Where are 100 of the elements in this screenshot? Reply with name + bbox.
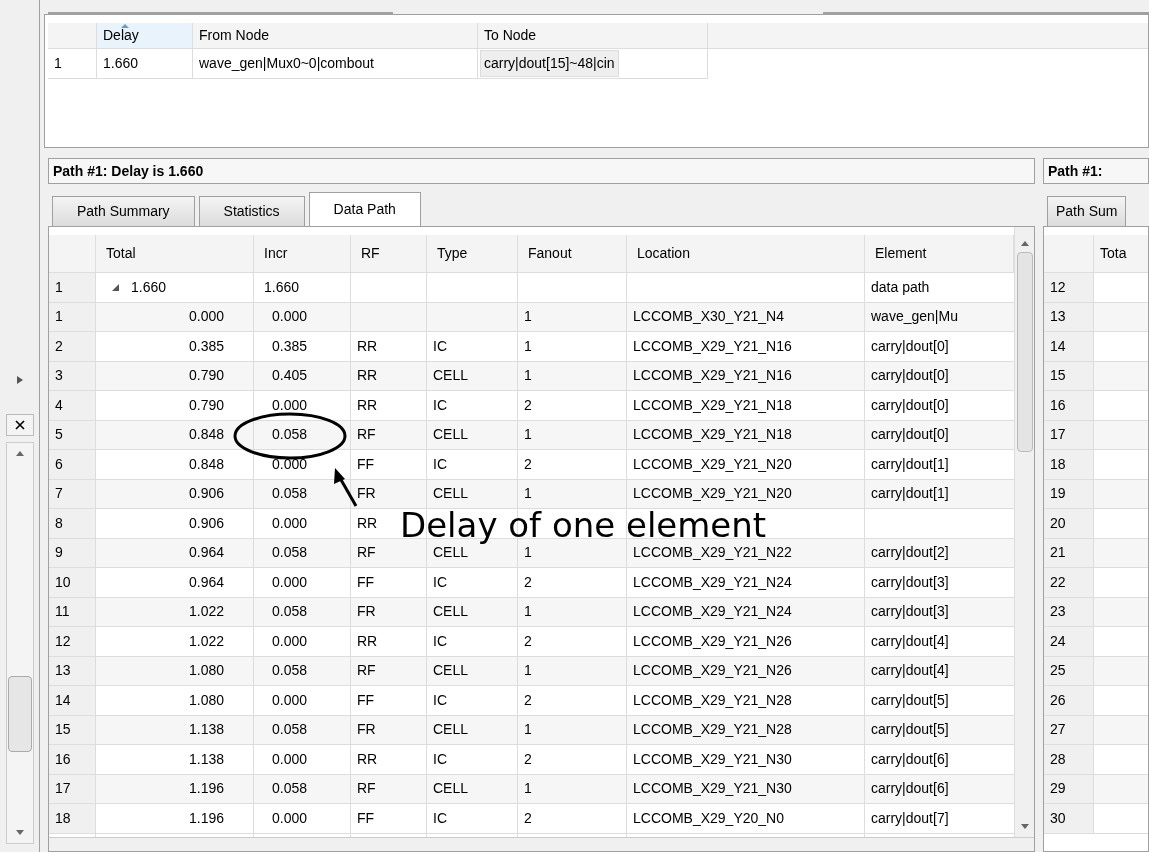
table-row[interactable]: 25 xyxy=(1044,656,1148,686)
column-header[interactable]: Delay xyxy=(97,23,193,49)
expand-arrow-icon[interactable] xyxy=(16,376,23,384)
table-cell: 1.660 xyxy=(97,49,193,79)
table-row[interactable]: 17 xyxy=(1044,420,1148,450)
column-header[interactable]: Location xyxy=(627,235,865,273)
table-row[interactable]: 14 1.080 0.000 FF IC 2 LCCOMB_X29_Y21_N28 carry|dout[5] xyxy=(49,686,1014,716)
table-row[interactable]: 1 1.660 1.660 data path xyxy=(49,273,1014,303)
table-row[interactable]: 14 xyxy=(1044,332,1148,362)
table-cell-text: 0.906 xyxy=(188,484,224,504)
table-row[interactable]: 19 xyxy=(1044,479,1148,509)
vertical-scrollbar[interactable] xyxy=(1014,227,1034,837)
table-row[interactable]: 4 0.790 0.000 RR IC 2 LCCOMB_X29_Y21_N18 carry|dout[0] xyxy=(49,391,1014,421)
table-row[interactable]: 12 xyxy=(1044,273,1148,303)
table-cell-text: 2 xyxy=(524,631,532,651)
column-header[interactable]: RF xyxy=(351,235,427,273)
table-cell-text: LCCOMB_X29_Y21_N18 xyxy=(633,425,792,445)
scroll-up-icon[interactable] xyxy=(1020,241,1029,246)
table-row[interactable]: 20 xyxy=(1044,509,1148,539)
tab[interactable]: Path Summary xyxy=(52,196,195,226)
row-number: 10 xyxy=(49,568,96,597)
table-cell-text: carry|dout[0] xyxy=(871,425,949,445)
table-row[interactable]: 16 xyxy=(1044,391,1148,421)
table-row[interactable]: 17 1.196 0.058 RF CELL 1 LCCOMB_X29_Y21_N30 carry|dout[6] xyxy=(49,774,1014,804)
table-row[interactable]: 13 xyxy=(1044,302,1148,332)
table-row[interactable]: 10 0.964 0.000 FF IC 2 LCCOMB_X29_Y21_N24 carry|dout[3] xyxy=(49,568,1014,598)
table-cell-text: 1 xyxy=(524,425,532,445)
column-header[interactable]: Fanout xyxy=(518,235,627,273)
table-row[interactable]: 11 1.022 0.058 FR CELL 1 LCCOMB_X29_Y21_N24 carry|dout[3] xyxy=(49,597,1014,627)
row-number: 4 xyxy=(49,391,96,420)
table-row[interactable]: 29 xyxy=(1044,774,1148,804)
table-row[interactable]: 27 xyxy=(1044,715,1148,745)
scroll-thumb[interactable] xyxy=(1016,252,1033,452)
table-cell-text: FF xyxy=(357,572,375,592)
table-row[interactable]: 12 1.022 0.000 RR IC 2 LCCOMB_X29_Y21_N26 carry|dout[4] xyxy=(49,627,1014,657)
column-header[interactable]: Type xyxy=(427,235,518,273)
column-header[interactable]: Incr xyxy=(254,235,351,273)
tab[interactable]: Path Sum xyxy=(1047,196,1127,226)
table-cell-text: 2 xyxy=(524,690,532,710)
tab[interactable]: Statistics xyxy=(198,196,305,226)
tab[interactable]: Data Path xyxy=(308,192,421,226)
column-header[interactable]: Total xyxy=(96,235,254,273)
table-cell-text: 2 xyxy=(524,808,532,828)
table-row[interactable]: 24 xyxy=(1044,627,1148,657)
table-row[interactable]: 15 xyxy=(1044,361,1148,391)
table-cell-text: 1.022 xyxy=(188,602,224,622)
table-cell-text: FR xyxy=(357,720,376,740)
table-row[interactable]: 18 xyxy=(1044,450,1148,480)
close-button[interactable] xyxy=(5,414,34,436)
scroll-thumb[interactable] xyxy=(7,676,32,752)
table-cell-text: CELL xyxy=(433,484,469,504)
table-cell-text: carry|dout[7] xyxy=(871,808,949,828)
table-row[interactable]: 6 0.848 0.000 FF IC 2 LCCOMB_X29_Y21_N20 carry|dout[1] xyxy=(49,450,1014,480)
table-row[interactable]: 22 xyxy=(1044,568,1148,598)
table-cell-text: 1.080 xyxy=(188,661,224,681)
vertical-scrollbar[interactable] xyxy=(5,442,34,844)
table-cell-text: 1 xyxy=(524,661,532,681)
scroll-up-icon[interactable] xyxy=(15,451,24,456)
column-header[interactable]: Element xyxy=(865,235,1014,273)
table-cell-text: 0.405 xyxy=(272,366,308,386)
table-row[interactable]: 15 1.138 0.058 FR CELL 1 LCCOMB_X29_Y21_N28 carry|dout[5] xyxy=(49,715,1014,745)
sort-ascending-icon[interactable] xyxy=(121,24,129,28)
row-number: 16 xyxy=(49,745,96,774)
table-cell-text: FF xyxy=(357,808,375,828)
table-cell-text: 2 xyxy=(524,572,532,592)
table-row[interactable]: 23 xyxy=(1044,597,1148,627)
cell-text: 1.660 xyxy=(131,277,167,297)
table-row[interactable]: 5 0.848 0.058 RF CELL 1 LCCOMB_X29_Y21_N18 carry|dout[0] xyxy=(49,420,1014,450)
column-header[interactable]: To Node xyxy=(478,23,708,49)
table-row[interactable]: 1 0.000 0.000 1 LCCOMB_X30_Y21_N4 wave_gen|Mu xyxy=(49,302,1014,332)
table-row[interactable]: 28 xyxy=(1044,745,1148,775)
table-row[interactable]: 30 xyxy=(1044,804,1148,834)
table-row[interactable]: 18 1.196 0.000 FF IC 2 LCCOMB_X29_Y20_N0 carry|dout[7] xyxy=(49,804,1014,834)
table-cell-text: FR xyxy=(357,602,376,622)
row-number: 13 xyxy=(1044,302,1094,331)
table-cell-text: 0.385 xyxy=(188,336,224,356)
column-header[interactable]: From Node xyxy=(193,23,478,49)
table-row[interactable]: 2 0.385 0.385 RR IC 1 LCCOMB_X29_Y21_N16 carry|dout[0] xyxy=(49,332,1014,362)
table-cell-text: 2 xyxy=(524,454,532,474)
row-number: 14 xyxy=(1044,332,1094,361)
table-cell: carry|dout[15]~48|cin xyxy=(480,50,619,77)
table-cell-text: IC xyxy=(433,690,447,710)
table-row[interactable]: 7 0.906 0.058 FR CELL 1 LCCOMB_X29_Y21_N20 carry|dout[1] xyxy=(49,479,1014,509)
table-row[interactable]: 16 1.138 0.000 RR IC 2 LCCOMB_X29_Y21_N30 carry|dout[6] xyxy=(49,745,1014,775)
table-row[interactable]: 26 xyxy=(1044,686,1148,716)
table-cell-text: RR xyxy=(357,749,378,769)
table-row[interactable]: 3 0.790 0.405 RR CELL 1 LCCOMB_X29_Y21_N16 carry|dout[0] xyxy=(49,361,1014,391)
table-cell-text: LCCOMB_X29_Y21_N18 xyxy=(633,395,792,415)
scroll-down-icon[interactable] xyxy=(1020,824,1029,829)
column-header[interactable]: Tota xyxy=(1094,235,1148,273)
table-row[interactable]: 21 xyxy=(1044,538,1148,568)
expander-icon[interactable] xyxy=(112,283,119,291)
scroll-down-icon[interactable] xyxy=(15,830,24,835)
table-cell-text: 0.000 xyxy=(188,307,224,327)
horizontal-scrollbar[interactable] xyxy=(49,837,1034,851)
table-row[interactable]: 13 1.080 0.058 RF CELL 1 LCCOMB_X29_Y21_N26 carry|dout[4] xyxy=(49,656,1014,686)
table-cell-text: LCCOMB_X30_Y21_N4 xyxy=(633,307,784,327)
table-cell-text: CELL xyxy=(433,661,469,681)
row-number: 24 xyxy=(1044,627,1094,656)
row-number: 2 xyxy=(49,332,96,361)
